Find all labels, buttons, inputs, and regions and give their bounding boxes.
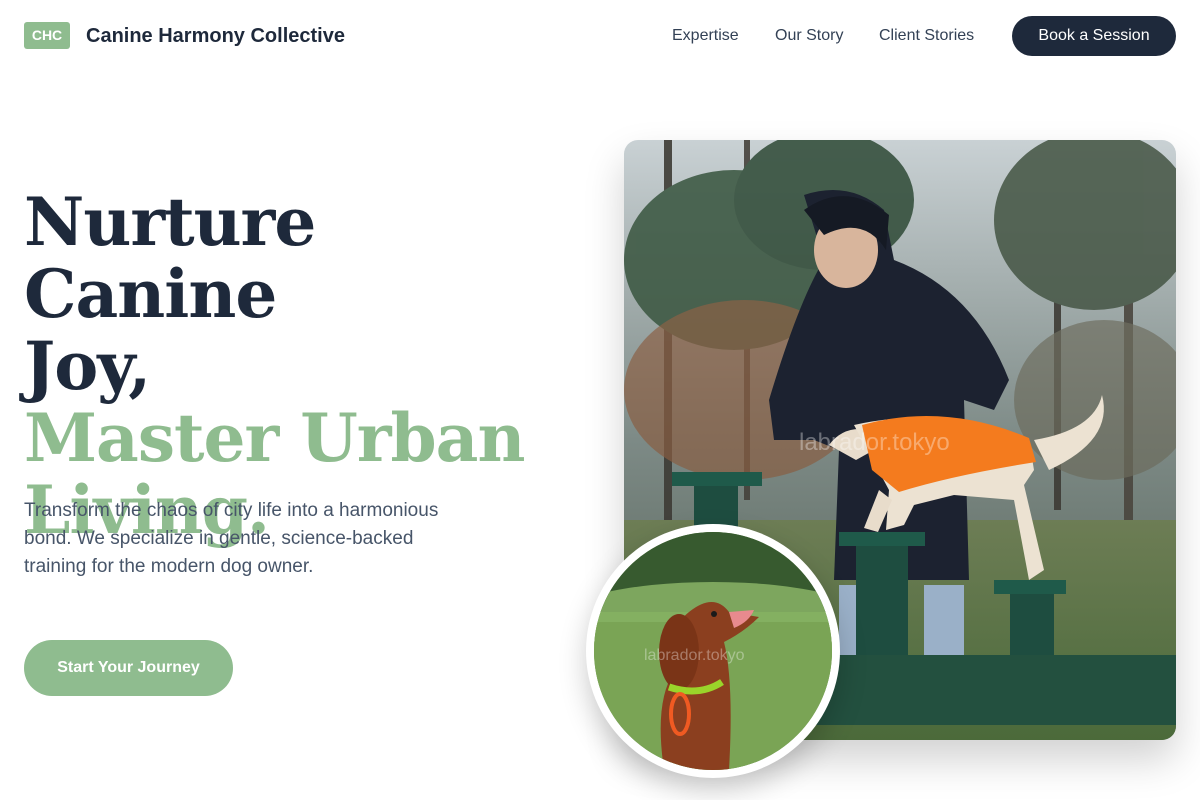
circle-photo-dog: labrador.tokyo xyxy=(594,532,832,770)
headline-line-1: Nurture Canine xyxy=(24,183,316,333)
main-photo-watermark: labrador.tokyo xyxy=(799,429,950,456)
nav-link-our-story[interactable]: Our Story xyxy=(775,25,843,47)
brand-name[interactable]: Canine Harmony Collective xyxy=(86,24,345,48)
logo-badge[interactable]: CHC xyxy=(24,22,70,49)
start-journey-button[interactable]: Start Your Journey xyxy=(24,640,233,696)
site-header: CHC Canine Harmony Collective Expertise … xyxy=(0,0,1200,72)
circle-photo-frame: labrador.tokyo xyxy=(586,524,840,778)
book-session-button[interactable]: Book a Session xyxy=(1012,16,1176,56)
hero-subtext: Transform the chaos of city life into a … xyxy=(24,500,439,577)
hero-headline: Nurture Canine Joy, Master Urban Living. xyxy=(24,186,584,546)
headline-line-2: Joy, xyxy=(24,327,151,405)
nav-link-expertise[interactable]: Expertise xyxy=(672,25,739,47)
nav-link-client-stories[interactable]: Client Stories xyxy=(879,25,974,47)
headline-line-3: Master Urban xyxy=(24,399,525,477)
circle-photo-watermark: labrador.tokyo xyxy=(644,647,745,664)
